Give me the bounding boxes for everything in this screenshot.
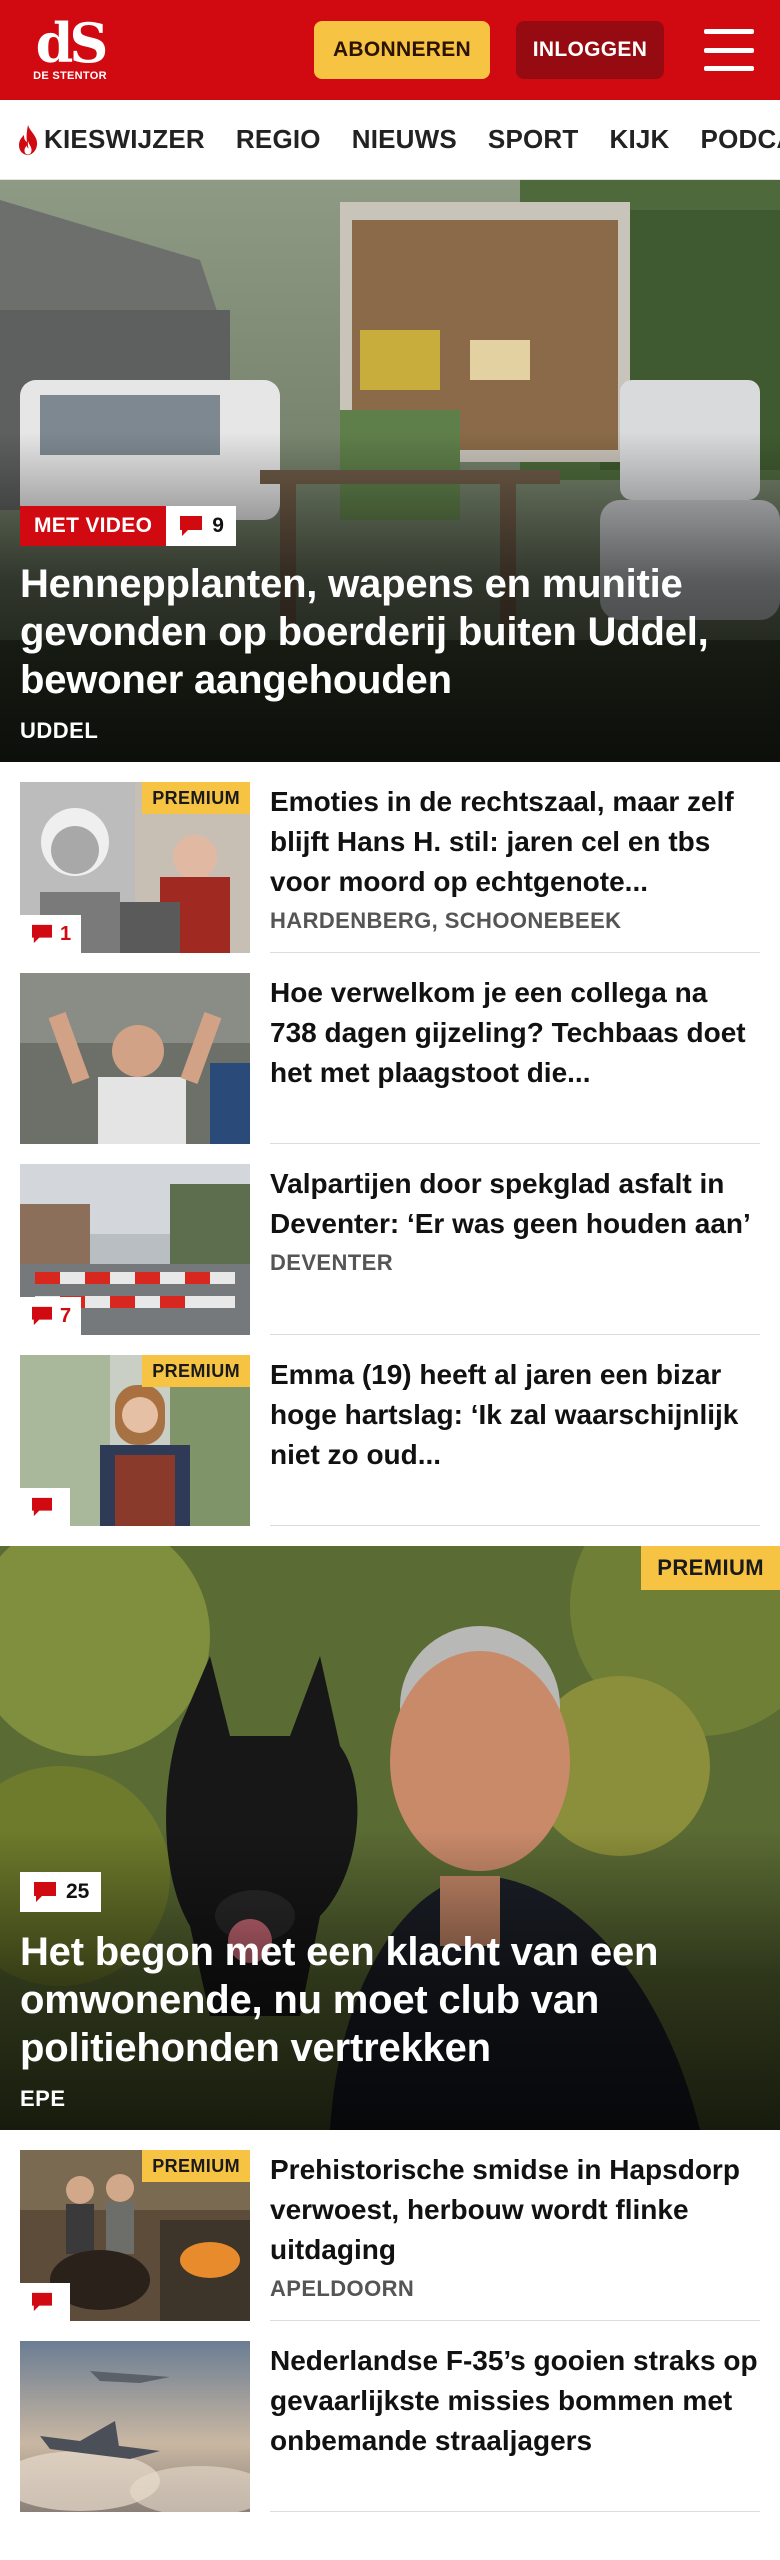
comment-count: 25 <box>66 1880 90 1903</box>
article-body: Hoe verwelkom je een collega na 738 dage… <box>270 973 760 1144</box>
nav-item-kijk[interactable]: KIJK <box>610 124 670 155</box>
comment-icon <box>32 2292 52 2312</box>
article-body: Emoties in de rechtszaal, maar zelf blij… <box>270 782 760 953</box>
thumb-comment-badge[interactable] <box>20 1488 70 1526</box>
list-item[interactable]: Nederlandse F-35’s gooien straks op geva… <box>0 2321 780 2512</box>
article-body: Valpartijen door spekglad asfalt in Deve… <box>270 1164 760 1335</box>
article-list: PREMIUM 1 Emoties in de rechtszaal, maar… <box>0 762 780 1526</box>
hero-location: UDDEL <box>20 718 99 743</box>
feature-article[interactable]: PREMIUM 25 Het begon met een klacht van … <box>0 1546 780 2130</box>
article-location: APELDOORN <box>270 2276 415 2301</box>
comment-icon <box>34 1882 56 1902</box>
article-thumbnail: PREMIUM 1 <box>20 782 250 953</box>
nav-item-nieuws[interactable]: NIEUWS <box>352 124 457 155</box>
nav-item-sport[interactable]: SPORT <box>488 124 579 155</box>
premium-badge: PREMIUM <box>641 1546 780 1590</box>
premium-badge: PREMIUM <box>142 2150 250 2182</box>
list-item[interactable]: 7 Valpartijen door spekglad asfalt in De… <box>0 1144 780 1335</box>
main-nav: KIESWIJZER REGIO NIEUWS SPORT KIJK PODCA… <box>0 100 780 180</box>
article-thumbnail: PREMIUM <box>20 2150 250 2321</box>
nav-item-regio[interactable]: REGIO <box>236 124 321 155</box>
thumbnail-image <box>20 973 250 1144</box>
thumb-comment-badge[interactable] <box>20 2283 70 2321</box>
article-title[interactable]: Hoe verwelkom je een collega na 738 dage… <box>270 973 760 1093</box>
premium-badge: PREMIUM <box>142 1355 250 1387</box>
premium-badge: PREMIUM <box>142 782 250 814</box>
hero-comment-badge[interactable]: 9 <box>166 506 236 546</box>
article-thumbnail: PREMIUM <box>20 1355 250 1526</box>
nav-item-kieswijzer[interactable]: KIESWIJZER <box>16 124 205 156</box>
comment-count: 9 <box>212 514 224 537</box>
article-body: Emma (19) heeft al jaren een bizar hoge … <box>270 1355 760 1526</box>
article-title[interactable]: Nederlandse F-35’s gooien straks op geva… <box>270 2341 760 2461</box>
list-item[interactable]: Hoe verwelkom je een collega na 738 dage… <box>0 953 780 1144</box>
article-thumbnail: 7 <box>20 1164 250 1335</box>
article-thumbnail <box>20 973 250 1144</box>
article-thumbnail <box>20 2341 250 2512</box>
thumbnail-image <box>20 2341 250 2512</box>
comment-icon <box>180 516 203 536</box>
site-header: dS DE STENTOR ABONNEREN INLOGGEN <box>0 0 780 100</box>
hamburger-icon[interactable] <box>704 29 754 71</box>
subscribe-button[interactable]: ABONNEREN <box>314 21 490 79</box>
comment-count: 1 <box>60 922 72 945</box>
feature-content: 25 Het begon met een klacht van een omwo… <box>20 1872 760 2112</box>
article-title[interactable]: Prehistorische smidse in Hapsdorp verwoe… <box>270 2150 760 2270</box>
feature-title[interactable]: Het begon met een klacht van een omwonen… <box>20 1928 760 2072</box>
article-list-2: PREMIUM Prehistorische smidse in Hapsdor… <box>0 2130 780 2512</box>
flame-icon <box>19 124 38 155</box>
nav-item-podcast[interactable]: PODCAS <box>701 124 780 155</box>
thumb-comment-badge[interactable]: 1 <box>20 915 82 953</box>
article-body: Prehistorische smidse in Hapsdorp verwoe… <box>270 2150 760 2321</box>
article-title[interactable]: Emma (19) heeft al jaren een bizar hoge … <box>270 1355 760 1475</box>
logo-mark: dS <box>35 11 109 75</box>
thumb-comment-badge[interactable]: 7 <box>20 1297 82 1335</box>
comment-icon <box>32 1497 52 1517</box>
header-actions: ABONNEREN INLOGGEN <box>314 21 754 79</box>
nav-label: KIESWIJZER <box>44 124 205 154</box>
feature-comment-badge[interactable]: 25 <box>20 1872 102 1912</box>
article-title[interactable]: Emoties in de rechtszaal, maar zelf blij… <box>270 782 760 902</box>
list-item[interactable]: PREMIUM Prehistorische smidse in Hapsdor… <box>0 2130 780 2321</box>
feature-location: EPE <box>20 2086 66 2111</box>
comment-icon <box>32 1306 52 1326</box>
list-item[interactable]: PREMIUM 1 Emoties in de rechtszaal, maar… <box>0 762 780 953</box>
article-location: DEVENTER <box>270 1250 393 1275</box>
article-title[interactable]: Valpartijen door spekglad asfalt in Deve… <box>270 1164 760 1244</box>
comment-icon <box>32 924 52 944</box>
video-tag: MET VIDEO <box>20 506 167 546</box>
site-logo[interactable]: dS DE STENTOR <box>28 11 112 82</box>
article-location: HARDENBERG, SCHOONEBEEK <box>270 908 622 933</box>
login-button[interactable]: INLOGGEN <box>516 21 664 79</box>
hero-article[interactable]: MET VIDEO 9 Hennepplanten, wapens en mun… <box>0 180 780 762</box>
hero-content: MET VIDEO 9 Hennepplanten, wapens en mun… <box>20 506 760 744</box>
list-item[interactable]: PREMIUM Emma (19) heeft al jaren een biz… <box>0 1335 780 1526</box>
hero-tags: MET VIDEO 9 <box>20 506 760 546</box>
article-body: Nederlandse F-35’s gooien straks op geva… <box>270 2341 760 2512</box>
hero-title[interactable]: Hennepplanten, wapens en munitie gevonde… <box>20 560 760 704</box>
logo-text: DE STENTOR <box>33 70 107 82</box>
comment-count: 7 <box>60 1304 72 1327</box>
